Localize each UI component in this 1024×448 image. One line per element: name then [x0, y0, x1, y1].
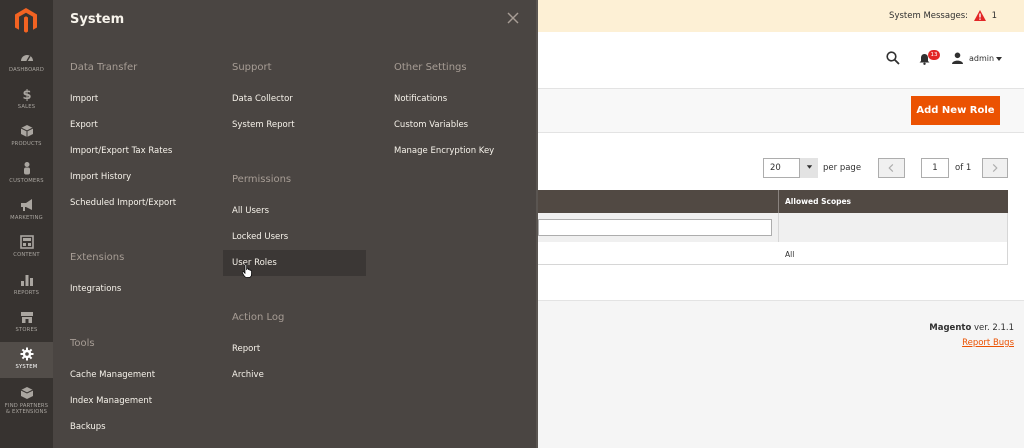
warning-icon [974, 10, 986, 21]
section-heading-support: Support [232, 62, 272, 73]
admin-user-menu[interactable]: admin [969, 54, 994, 63]
menu-link-export[interactable]: Export [70, 120, 98, 130]
menu-link-import-export-tax-rates[interactable]: Import/Export Tax Rates [70, 146, 172, 156]
nav-item-marketing[interactable]: MARKETING [0, 198, 53, 228]
brand-name: Magento [929, 323, 972, 333]
nav-label: CUSTOMERS [9, 178, 44, 184]
menu-link-index-management[interactable]: Index Management [70, 396, 152, 406]
total-pages-label: of 1 [955, 163, 972, 173]
system-messages-count: 1 [991, 11, 997, 21]
table-row[interactable] [538, 242, 1008, 265]
version-info: Magento ver. 2.1.1 [929, 323, 1014, 333]
nav-label: DASHBOARD [8, 67, 45, 73]
menu-link-data-collector[interactable]: Data Collector [232, 94, 293, 104]
system-messages-bar: System Messages: 1 [538, 0, 1024, 32]
menu-link-import[interactable]: Import [70, 94, 98, 104]
previous-page-button[interactable] [878, 158, 905, 178]
megaphone-icon [20, 199, 32, 211]
box-icon [20, 387, 33, 399]
next-page-button[interactable] [982, 158, 1008, 178]
chevron-left-icon [888, 163, 894, 173]
section-heading-extensions: Extensions [70, 252, 125, 263]
menu-link-import-history[interactable]: Import History [70, 172, 131, 182]
nav-item-system[interactable]: SYSTEM [0, 342, 53, 378]
section-heading-tools: Tools [70, 338, 95, 349]
add-new-role-button[interactable]: Add New Role [911, 96, 1000, 125]
nav-label: PRODUCTS [11, 141, 42, 147]
dollar-icon: $ [22, 88, 31, 101]
chevron-down-icon[interactable] [996, 57, 1002, 61]
system-flyout-menu: System Data Transfer Import Export Impor… [53, 0, 538, 448]
dashboard-icon [20, 55, 33, 62]
nav-label: REPORTS [13, 290, 40, 296]
store-icon [20, 312, 33, 323]
current-page-input[interactable]: 1 [921, 158, 949, 178]
cell-allowed-scopes: All [785, 250, 795, 259]
nav-item-dashboard[interactable]: DASHBOARD [0, 50, 53, 80]
bar-chart-icon [20, 275, 33, 286]
menu-link-manage-encryption-key[interactable]: Manage Encryption Key [394, 146, 494, 156]
menu-link-backups[interactable]: Backups [70, 422, 106, 432]
nav-label: SALES [17, 104, 36, 110]
cube-icon [20, 125, 33, 137]
nav-label: CONTENT [13, 252, 40, 258]
flyout-title: System [70, 12, 125, 27]
per-page-dropdown-button[interactable] [799, 158, 818, 178]
section-heading-data-transfer: Data Transfer [70, 62, 138, 73]
menu-link-archive[interactable]: Archive [232, 370, 264, 380]
version-text: ver. 2.1.1 [971, 323, 1014, 333]
menu-link-locked-users[interactable]: Locked Users [232, 232, 288, 242]
menu-link-notifications[interactable]: Notifications [394, 94, 447, 104]
report-bugs-link[interactable]: Report Bugs [962, 338, 1014, 348]
nav-label: SYSTEM [15, 364, 38, 370]
column-header-allowed-scopes[interactable]: Allowed Scopes [785, 197, 851, 206]
section-heading-permissions: Permissions [232, 174, 292, 185]
admin-sidebar: DASHBOARD $ SALES PRODUCTS CUSTOMERS MAR… [0, 0, 53, 448]
nav-item-content[interactable]: CONTENT [0, 235, 53, 265]
nav-label: FIND PARTNERS & EXTENSIONS [4, 403, 49, 415]
nav-label: MARKETING [10, 215, 43, 221]
nav-item-reports[interactable]: REPORTS [0, 273, 53, 303]
nav-item-products[interactable]: PRODUCTS [0, 124, 53, 154]
hand-cursor-icon [242, 264, 252, 278]
menu-link-cache-management[interactable]: Cache Management [70, 370, 155, 380]
notifications-count-badge: 13 [928, 50, 940, 60]
magento-logo-icon[interactable] [12, 6, 40, 34]
person-icon [23, 162, 30, 175]
section-heading-action-log: Action Log [232, 312, 285, 323]
layout-icon [19, 235, 34, 249]
role-name-filter-input[interactable] [538, 219, 772, 236]
svg-text:$: $ [22, 88, 31, 101]
menu-link-integrations[interactable]: Integrations [70, 284, 121, 294]
menu-link-system-report[interactable]: System Report [232, 120, 295, 130]
grid-header-row [538, 190, 1008, 213]
close-icon[interactable] [506, 11, 520, 25]
nav-item-find-partners[interactable]: FIND PARTNERS & EXTENSIONS [0, 386, 53, 422]
menu-link-report[interactable]: Report [232, 344, 260, 354]
chevron-down-icon [806, 165, 813, 169]
column-divider [778, 190, 779, 213]
system-messages-label[interactable]: System Messages: [889, 11, 968, 21]
section-heading-other-settings: Other Settings [394, 62, 467, 73]
menu-link-all-users[interactable]: All Users [232, 206, 269, 216]
search-icon[interactable] [886, 51, 900, 65]
menu-link-custom-variables[interactable]: Custom Variables [394, 120, 468, 130]
per-page-label: per page [823, 163, 862, 173]
nav-item-customers[interactable]: CUSTOMERS [0, 161, 53, 191]
gear-icon [20, 347, 33, 361]
user-icon[interactable] [952, 52, 963, 64]
chevron-right-icon [992, 163, 998, 173]
nav-item-sales[interactable]: $ SALES [0, 87, 53, 117]
menu-link-scheduled-import-export[interactable]: Scheduled Import/Export [70, 198, 176, 208]
nav-label: STORES [15, 327, 38, 333]
nav-item-stores[interactable]: STORES [0, 310, 53, 340]
